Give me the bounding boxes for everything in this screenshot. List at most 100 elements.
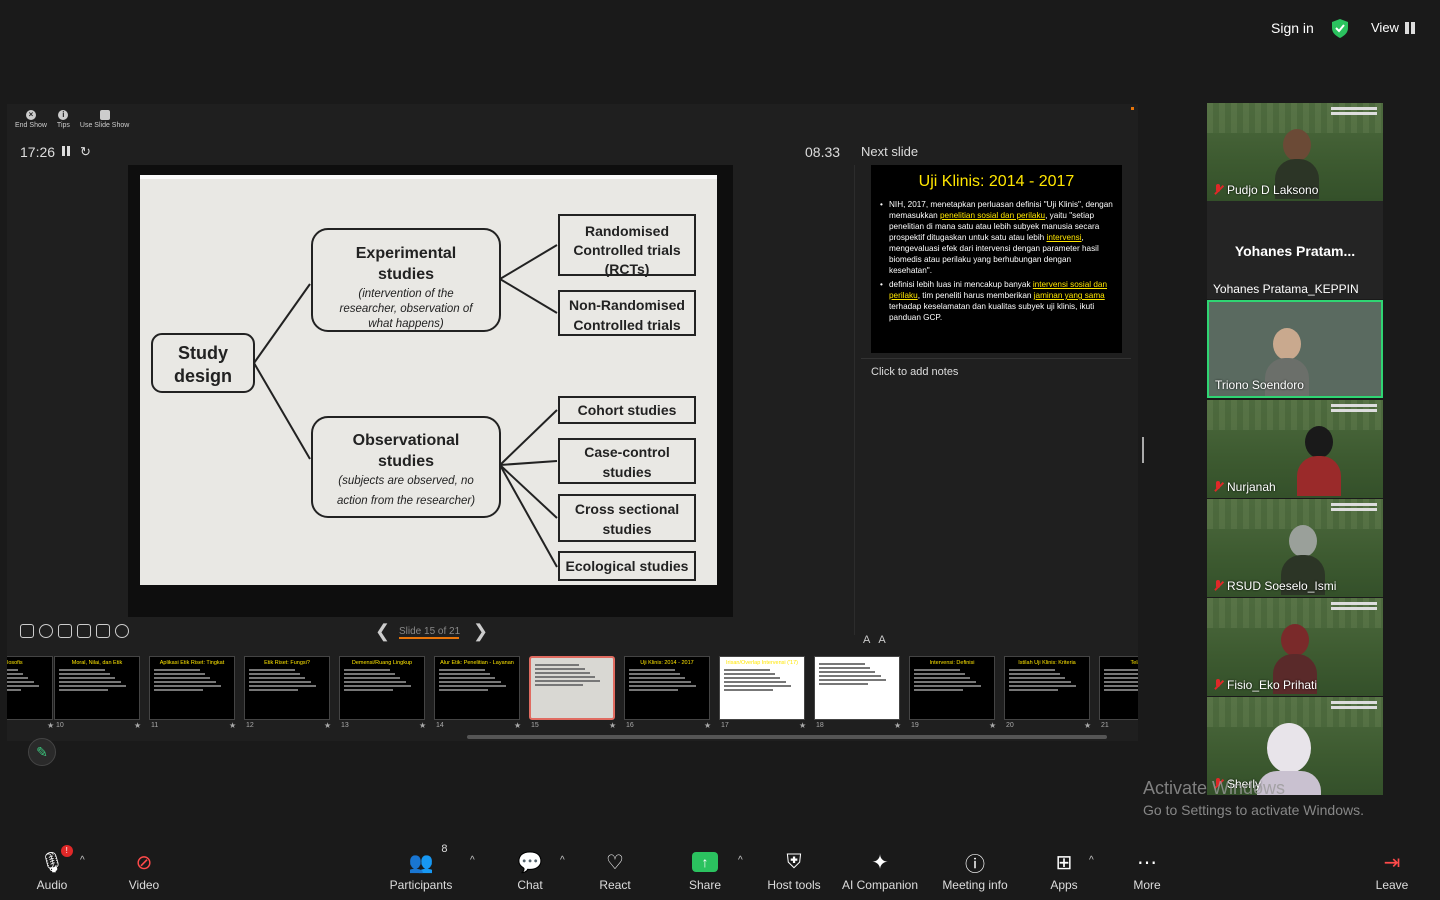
next-slide-button[interactable]: ❯ xyxy=(473,621,488,642)
nrct-line1: Non-Randomised xyxy=(569,297,685,313)
slide-thumbnail[interactable]: Demensi/Ruang Lingkup xyxy=(339,656,425,720)
more-button[interactable]: ⋯ More xyxy=(1102,849,1192,893)
slide-thumbnail[interactable]: Irisan/Overlap Intervensi ('17) xyxy=(719,656,805,720)
security-shield-icon[interactable] xyxy=(1331,19,1349,38)
obs-note-line2: action from the researcher) xyxy=(337,495,475,507)
slide-thumbnail[interactable] xyxy=(529,656,615,720)
keppin-logo xyxy=(1331,404,1377,418)
previous-slide-button[interactable]: ❮ xyxy=(375,621,390,642)
exp-line1: Experimental xyxy=(356,245,456,262)
thumbnail-title: Alur Etik: Penelitian - Layanan xyxy=(440,660,514,666)
use-slide-show-button[interactable]: Use Slide Show xyxy=(80,110,129,129)
participant-display-name: Yohanes Pratam... xyxy=(1234,243,1356,259)
annotate-pen-button[interactable]: ✎ xyxy=(28,738,56,766)
share-button[interactable]: ↑ Share xyxy=(660,849,750,892)
view-button[interactable]: View xyxy=(1371,20,1399,35)
slide-thumbnail[interactable]: Aplikasi Etik Riset: Tingkat xyxy=(149,656,235,720)
obs-note-line1: (subjects are observed, no xyxy=(338,475,474,487)
recording-indicator xyxy=(1131,107,1134,110)
participants-button[interactable]: 👥 8 Participants xyxy=(376,843,466,892)
thumbnail-number: 21 xyxy=(1101,722,1109,729)
host-tools-button[interactable]: ⛨ Host tools xyxy=(749,849,839,893)
study-design-diagram: Study design Experimental studies Observ… xyxy=(140,175,717,585)
zoom-icon[interactable] xyxy=(39,624,53,638)
participant-name: Yohanes Pratama_KEPPIN xyxy=(1213,282,1359,296)
increase-font-button[interactable]: A xyxy=(863,634,870,646)
video-tile[interactable]: Nurjanah xyxy=(1207,400,1383,498)
laser-pointer-icon[interactable] xyxy=(58,624,72,638)
muted-mic-icon xyxy=(1213,481,1223,493)
apps-options-caret[interactable]: ^ xyxy=(1089,855,1094,866)
slide-thumbnail[interactable]: & Filosofis xyxy=(7,656,53,720)
slide-thumbnail[interactable]: Alur Etik: Penelitian - Layanan xyxy=(434,656,520,720)
apps-button[interactable]: ⊞ Apps xyxy=(1019,849,1109,893)
next-slide-preview[interactable]: Uji Klinis: 2014 - 2017 NIH, 2017, menet… xyxy=(871,165,1122,353)
thumbnail-title: Aplikasi Etik Riset: Tingkat xyxy=(159,660,225,666)
slide-thumbnail[interactable] xyxy=(814,656,900,720)
slide-thumbnail[interactable]: Uji Klinis: 2014 - 2017 xyxy=(624,656,710,720)
slide-thumbnail[interactable]: Telaah Et xyxy=(1099,656,1138,720)
notes-divider xyxy=(861,358,1131,359)
camera-icon[interactable] xyxy=(96,624,110,638)
video-tile-active-speaker[interactable]: Triono Soendoro xyxy=(1207,300,1383,398)
leave-button[interactable]: ⇥ Leave xyxy=(1347,849,1437,893)
decrease-font-button[interactable]: A xyxy=(878,634,885,646)
participant-name: Nurjanah xyxy=(1213,480,1276,494)
thumbnail-title xyxy=(815,657,899,660)
more-options-icon[interactable] xyxy=(115,624,129,638)
keppin-logo xyxy=(1331,701,1377,715)
leave-door-icon: ⇥ xyxy=(1383,851,1401,874)
slide-thumbnail[interactable]: Istilah Uji Klinis: Kriteria xyxy=(1004,656,1090,720)
reset-timer-icon[interactable]: ↻ xyxy=(80,144,91,160)
share-screen-icon: ↑ xyxy=(692,849,718,875)
exp-note-line3: what happens) xyxy=(368,318,444,330)
rct-line2: Controlled trials xyxy=(573,242,681,258)
view-grid-icon[interactable] xyxy=(1405,22,1416,34)
shield-icon: ⛨ xyxy=(786,850,802,873)
rct-line1: Randomised xyxy=(585,223,669,239)
split-resize-handle[interactable] xyxy=(1142,437,1144,463)
pen-icon[interactable] xyxy=(20,624,34,638)
chat-bubble-icon: 💬 xyxy=(517,851,543,874)
close-icon: × xyxy=(25,110,36,120)
sign-in-button[interactable]: Sign in xyxy=(1271,20,1314,36)
participant-name: Pudjo D Laksono xyxy=(1213,183,1318,197)
meeting-info-button[interactable]: ⓘ Meeting info xyxy=(930,849,1020,893)
current-slide: Study design Experimental studies Observ… xyxy=(128,165,733,617)
ecological-label: Ecological studies xyxy=(566,558,689,574)
video-tile[interactable]: Fisio_Eko Prihati xyxy=(1207,598,1383,696)
thumbnail-title: Irisan/Overlap Intervensi ('17) xyxy=(726,660,798,666)
activate-windows-subtext: Go to Settings to activate Windows. xyxy=(1143,802,1364,818)
slide-thumbnail[interactable]: Moral, Nilai, dan Etik xyxy=(54,656,140,720)
subtitles-icon[interactable] xyxy=(77,624,91,638)
thumbnail-star-icon: ★ xyxy=(704,721,712,730)
chat-options-caret[interactable]: ^ xyxy=(560,855,565,866)
pause-icon[interactable] xyxy=(62,146,72,156)
speaker-notes[interactable]: Click to add notes xyxy=(871,366,958,378)
tips-button[interactable]: i Tips xyxy=(57,110,70,129)
ai-companion-button[interactable]: ✦ AI Companion xyxy=(835,849,925,893)
slide-thumbnail[interactable]: Etik Riset: Fungsi? xyxy=(244,656,330,720)
audio-options-caret[interactable]: ^ xyxy=(80,855,85,866)
end-show-button[interactable]: × End Show xyxy=(15,110,47,129)
participants-options-caret[interactable]: ^ xyxy=(470,855,475,866)
slide-counter[interactable]: Slide 15 of 21 xyxy=(399,626,460,637)
slide-thumbnail[interactable]: Intervensi: Definisi xyxy=(909,656,995,720)
react-button[interactable]: ♡ React xyxy=(570,849,660,893)
video-button[interactable]: ⊘ Video xyxy=(99,849,189,893)
video-tile[interactable]: Pudjo D Laksono xyxy=(1207,103,1383,201)
video-tile[interactable]: RSUD Soeselo_Ismi xyxy=(1207,499,1383,597)
share-options-caret[interactable]: ^ xyxy=(738,855,743,866)
rct-line3: (RCTs) xyxy=(605,261,650,277)
thumbnail-title xyxy=(531,658,613,661)
thumbnail-title: Istilah Uji Klinis: Kriteria xyxy=(1018,660,1076,666)
next-slide-title: Uji Klinis: 2014 - 2017 xyxy=(918,173,1075,190)
thumbnail-scrollbar[interactable] xyxy=(467,735,1107,739)
muted-mic-icon xyxy=(1213,184,1223,196)
microphone-icon: 🎙! xyxy=(39,845,73,875)
participant-video xyxy=(1297,426,1341,498)
cohort-label: Cohort studies xyxy=(578,402,677,418)
thumbnail-number: 19 xyxy=(911,722,919,729)
thumbnail-title: Etik Riset: Fungsi? xyxy=(264,660,310,666)
meeting-toolbar: 🎙! Audio ^ ⊘ Video 👥 8 Participants ^ 💬 C… xyxy=(0,841,1440,900)
